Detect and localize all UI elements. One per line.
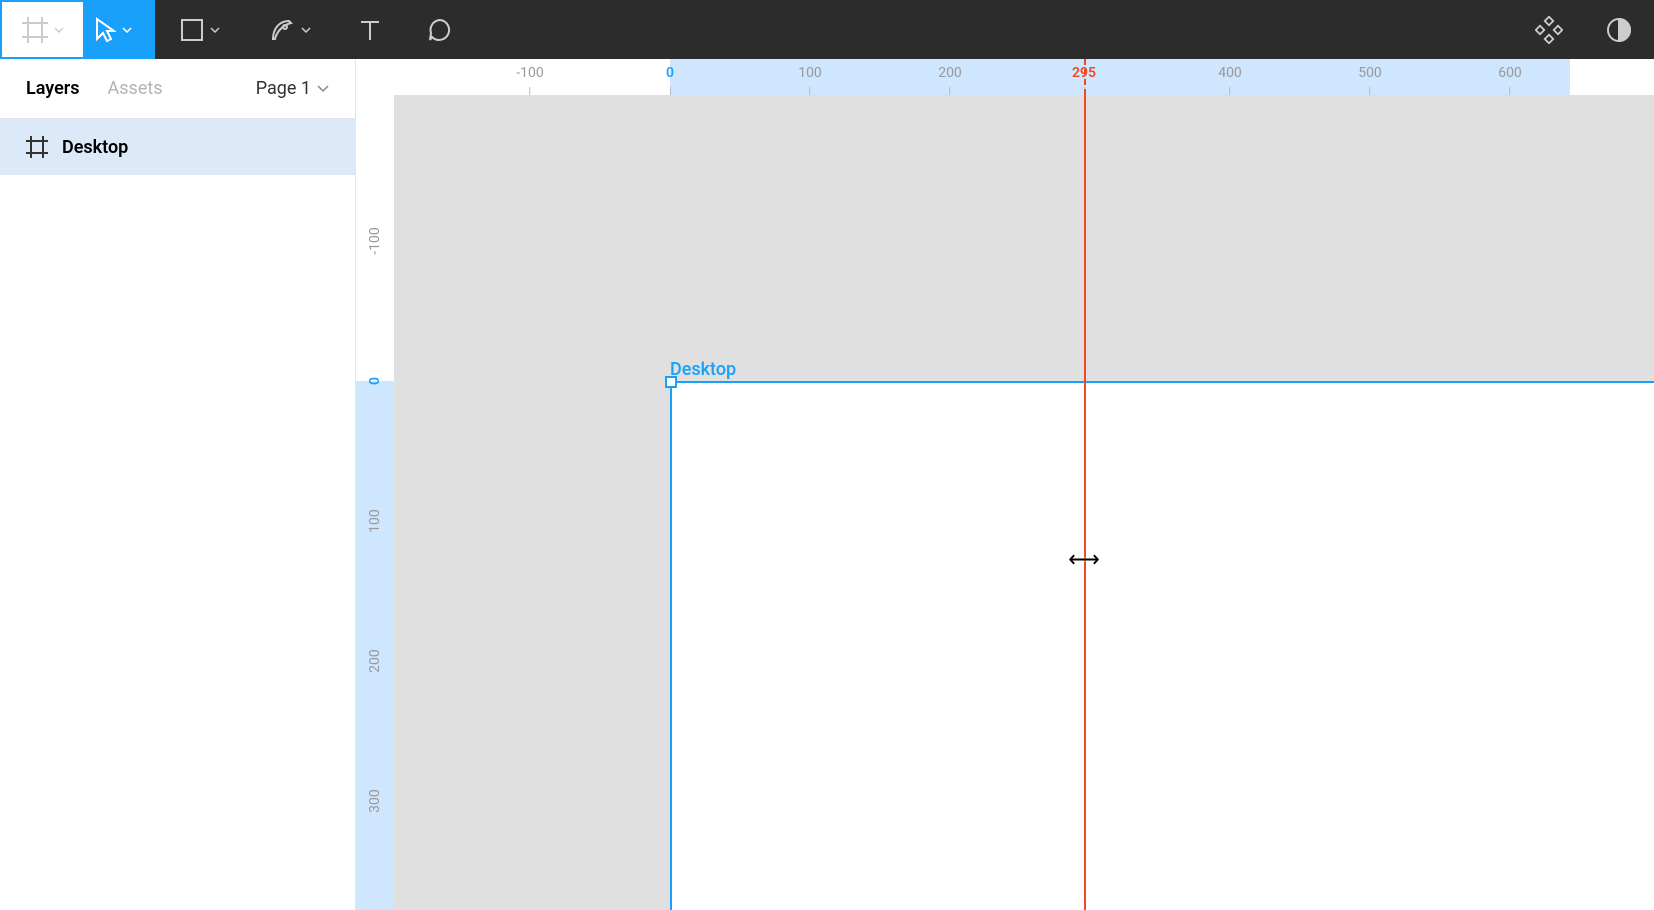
ruler-v-tick: 200 [367, 644, 383, 678]
chevron-down-icon [210, 27, 220, 33]
tab-assets[interactable]: Assets [108, 78, 163, 99]
ruler-corner [356, 59, 394, 95]
ruler-vertical[interactable]: -100 0 100 200 300 [356, 95, 394, 910]
pen-tool-button[interactable] [245, 0, 335, 59]
main: Layers Assets Page 1 Desktop -100 0 100 200… [0, 59, 1654, 910]
cursor-icon [94, 17, 116, 43]
page-selector[interactable]: Page 1 [256, 78, 329, 99]
rectangle-icon [180, 18, 204, 42]
ruler-h-tick: 500 [1358, 65, 1382, 95]
ruler-h-tick: 0 [666, 65, 674, 95]
canvas[interactable]: -1000100200295400500600 -1000100200300 D… [356, 59, 1654, 910]
chevron-down-icon [301, 27, 311, 33]
ruler-v-tick: 300 [367, 784, 383, 818]
ruler-v-tick: 0 [367, 364, 383, 398]
frame-icon [26, 136, 48, 158]
chevron-down-icon [317, 85, 329, 93]
ruler-v-tick: 100 [367, 504, 383, 538]
components-button[interactable] [1514, 0, 1584, 59]
ruler-h-tick: 100 [798, 65, 822, 95]
ruler-v-tick: -100 [367, 224, 383, 258]
ruler-h-tick: -100 [516, 65, 543, 95]
guide-dashed [1084, 59, 1086, 95]
frame-tool-icon [22, 17, 48, 43]
layer-row-desktop[interactable]: Desktop [0, 119, 355, 175]
contrast-icon [1606, 17, 1632, 43]
canvas-surface[interactable]: Desktop ⟷ [394, 95, 1654, 910]
frame-desktop[interactable]: Desktop [670, 381, 1654, 910]
sidebar-tabs: Layers Assets Page 1 [0, 59, 355, 119]
page-selector-label: Page 1 [256, 78, 311, 99]
components-icon [1535, 16, 1563, 44]
ruler-h-tick: 200 [938, 65, 962, 95]
sidebar: Layers Assets Page 1 Desktop [0, 59, 356, 910]
frame-label[interactable]: Desktop [670, 359, 736, 380]
shape-tool-button[interactable] [155, 0, 245, 59]
ruler-h-tick: 600 [1498, 65, 1522, 95]
chevron-down-icon [122, 27, 132, 33]
text-icon [358, 18, 382, 42]
frame-handle-nw[interactable] [665, 376, 677, 388]
toolbar [0, 0, 1654, 59]
comment-icon [427, 17, 453, 43]
comment-tool-button[interactable] [405, 0, 475, 59]
contrast-button[interactable] [1584, 0, 1654, 59]
text-tool-button[interactable] [335, 0, 405, 59]
tab-layers[interactable]: Layers [26, 78, 80, 99]
guide-vertical[interactable] [1084, 95, 1086, 910]
ruler-horizontal[interactable]: -1000100200295400500600 [394, 59, 1654, 95]
chevron-down-icon [54, 27, 64, 33]
frame-tool-button[interactable] [0, 0, 85, 59]
ruler-h-tick: 400 [1218, 65, 1242, 95]
pen-icon [269, 17, 295, 43]
layer-label: Desktop [62, 137, 128, 158]
